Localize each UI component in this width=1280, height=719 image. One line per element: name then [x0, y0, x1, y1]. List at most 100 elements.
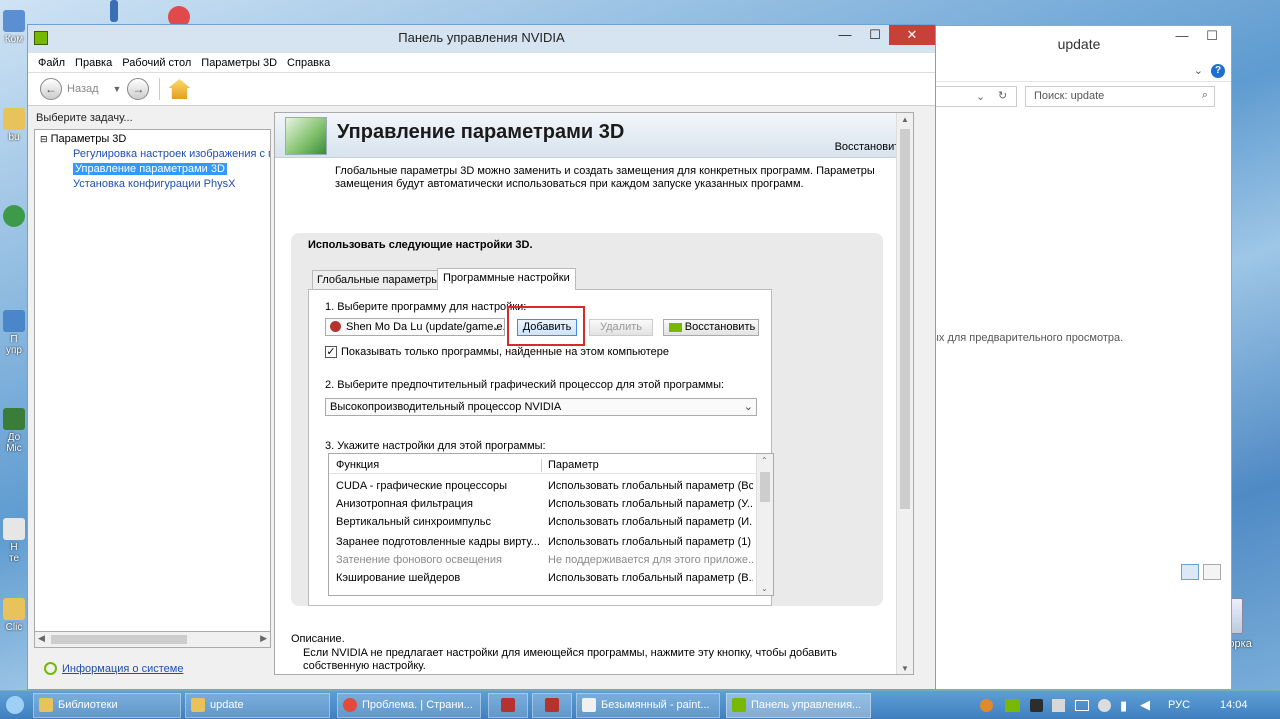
restore-link[interactable]: Восстановить — [835, 141, 905, 153]
group-title: Использовать следующие настройки 3D. — [308, 239, 533, 251]
scroll-down-arrow-icon[interactable]: ⌄ — [761, 584, 768, 593]
table-row[interactable]: Кэширование шейдеров Использовать глобаль… — [329, 569, 757, 587]
menu-edit[interactable]: Правка — [75, 57, 112, 69]
program-select[interactable]: Shen Mo Da Lu (update/game.e... ⌄ — [325, 318, 505, 336]
maximize-button[interactable]: ☐ — [861, 25, 889, 45]
chevron-down-icon[interactable]: ⌄ — [1194, 64, 1203, 77]
scrollbar-thumb[interactable] — [51, 635, 187, 644]
tree-item-image-settings[interactable]: Регулировка настроек изображения с пр — [35, 147, 270, 162]
system-info-link[interactable]: Информация о системе — [44, 662, 183, 675]
taskbar-item-game-2[interactable] — [532, 693, 572, 718]
details-view-icon[interactable] — [1181, 564, 1199, 580]
add-button[interactable]: Добавить — [517, 319, 577, 336]
taskbar-item-paint[interactable]: Безымянный - paint... — [576, 693, 720, 718]
table-row[interactable]: Затенение фонового освещения Не поддержив… — [329, 551, 757, 569]
menu-desktop[interactable]: Рабочий стол — [122, 57, 191, 69]
settings-grid: Функция Параметр CUDA - графические проц… — [328, 453, 774, 596]
back-button-label[interactable]: Назад — [67, 83, 99, 95]
gpu-select[interactable]: Высокопроизводительный процессор NVIDIA … — [325, 398, 757, 416]
scroll-up-arrow-icon[interactable]: ▲ — [901, 115, 909, 124]
tab-program-settings[interactable]: Программные настройки — [437, 268, 576, 290]
desktop-icon-folder[interactable]: bu — [0, 108, 28, 143]
window-title: Панель управления NVIDIA — [398, 30, 565, 45]
taskbar-item-libraries[interactable]: Библиотеки — [33, 693, 181, 718]
home-icon[interactable] — [168, 79, 191, 99]
desktop-icon-text[interactable]: Н те — [0, 518, 28, 564]
task-label: Выберите задачу... — [36, 112, 133, 124]
scrollbar-thumb[interactable] — [760, 472, 770, 502]
vertical-scrollbar[interactable]: ▲ ▼ — [896, 113, 913, 674]
forward-arrow-icon[interactable]: → — [127, 78, 150, 100]
grid-header: Функция Параметр — [329, 456, 757, 474]
info-icon — [44, 662, 57, 675]
grid-header-parameter[interactable]: Параметр — [548, 456, 753, 474]
menu-file[interactable]: Файл — [38, 57, 65, 69]
scroll-left-arrow-icon[interactable]: ◀ — [38, 633, 45, 644]
desktop-icon-control-panel[interactable]: П упр — [0, 310, 28, 356]
taskbar-item-game-1[interactable] — [488, 693, 528, 718]
explorer-preview-message: ых для предварительного просмотра. — [931, 332, 1124, 344]
3d-settings-icon — [285, 117, 327, 155]
title-bar: Панель управления NVIDIA — ☐ ✕ — [28, 25, 935, 53]
taskbar-item-update[interactable]: update — [185, 693, 330, 718]
explorer-address-bar[interactable]: ⌄ ↻ — [927, 86, 1017, 107]
flag-icon[interactable] — [1075, 700, 1089, 711]
nvidia-logo-icon — [669, 323, 682, 332]
desktop-icon-doc[interactable]: До Mic — [0, 408, 28, 454]
taskbar: Библиотеки update Проблема. | Страни... … — [0, 690, 1280, 719]
tree-root[interactable]: ⊟ Параметры 3D — [35, 130, 270, 147]
chevron-down-icon: ⌄ — [976, 91, 986, 103]
close-button[interactable]: ✕ — [889, 25, 935, 45]
chevron-down-icon[interactable]: ▼ — [113, 84, 122, 94]
refresh-icon[interactable]: ↻ — [998, 89, 1007, 102]
back-arrow-icon[interactable]: ← — [40, 78, 62, 100]
grid-header-function[interactable]: Функция — [336, 456, 541, 474]
volume-icon[interactable]: ◀ — [1140, 697, 1150, 713]
show-only-checkbox[interactable]: ✓ — [325, 346, 337, 358]
table-row[interactable]: Анизотропная фильтрация Использовать глоб… — [329, 495, 757, 513]
network-icon[interactable] — [1052, 699, 1065, 712]
explorer-maximize-button[interactable]: ☐ — [1197, 26, 1227, 46]
tree-item-manage-3d[interactable]: Управление параметрами 3D — [35, 162, 270, 177]
scroll-up-arrow-icon[interactable]: ⌃ — [761, 456, 768, 465]
desktop-icon-click[interactable]: Clic — [0, 598, 28, 633]
taskbar-item-nvidia[interactable]: Панель управления... — [726, 693, 871, 718]
computer-icon — [3, 10, 25, 32]
grid-scrollbar[interactable]: ⌃ ⌄ — [756, 454, 773, 595]
signal-icon[interactable]: ▮ — [1120, 698, 1127, 714]
desktop-icon-computer[interactable]: Ком — [0, 10, 28, 45]
tray-app-icon[interactable] — [1030, 699, 1043, 712]
remove-button[interactable]: Удалить — [589, 319, 653, 336]
show-only-label: Показывать только программы, найденные н… — [341, 346, 670, 358]
globe-icon — [3, 205, 25, 227]
large-icons-view-icon[interactable] — [1203, 564, 1221, 580]
minimize-button[interactable]: — — [831, 25, 859, 45]
restore-button[interactable]: Восстановить — [663, 319, 759, 336]
tab-global-settings[interactable]: Глобальные параметры — [312, 270, 445, 289]
tray-app-icon[interactable] — [980, 699, 993, 712]
table-row[interactable]: Заранее подготовленные кадры вирту... Исп… — [329, 533, 757, 551]
clock[interactable]: 14:04 — [1220, 699, 1248, 711]
horizontal-scrollbar[interactable]: ◀ ▶ — [34, 631, 271, 648]
help-icon[interactable]: ? — [1211, 64, 1225, 78]
desktop-icon-pen[interactable] — [100, 0, 128, 24]
table-row[interactable]: CUDA - графические процессоры Использоват… — [329, 477, 757, 495]
explorer-search-placeholder: Поиск: update — [1034, 90, 1105, 102]
input-language[interactable]: РУС — [1168, 699, 1190, 711]
collapse-icon[interactable]: ⊟ — [40, 134, 48, 144]
scroll-down-arrow-icon[interactable]: ▼ — [901, 664, 909, 673]
game-app-icon — [501, 698, 515, 712]
tray-app-icon[interactable] — [1098, 699, 1111, 712]
menu-3d-settings[interactable]: Параметры 3D — [201, 57, 277, 69]
explorer-search-box[interactable]: Поиск: update ⌕ — [1025, 86, 1215, 107]
start-icon[interactable] — [6, 696, 24, 714]
tree-item-physx[interactable]: Установка конфигурации PhysX — [35, 177, 270, 192]
desktop-icon-globe[interactable] — [0, 205, 28, 229]
explorer-minimize-button[interactable]: — — [1167, 26, 1197, 46]
page-title: Управление параметрами 3D — [337, 121, 625, 143]
menu-help[interactable]: Справка — [287, 57, 330, 69]
taskbar-item-chrome[interactable]: Проблема. | Страни... — [337, 693, 481, 718]
table-row[interactable]: Вертикальный синхроимпульс Использовать г… — [329, 513, 757, 531]
tray-nvidia-icon[interactable] — [1005, 699, 1020, 712]
scroll-right-arrow-icon[interactable]: ▶ — [260, 633, 267, 644]
